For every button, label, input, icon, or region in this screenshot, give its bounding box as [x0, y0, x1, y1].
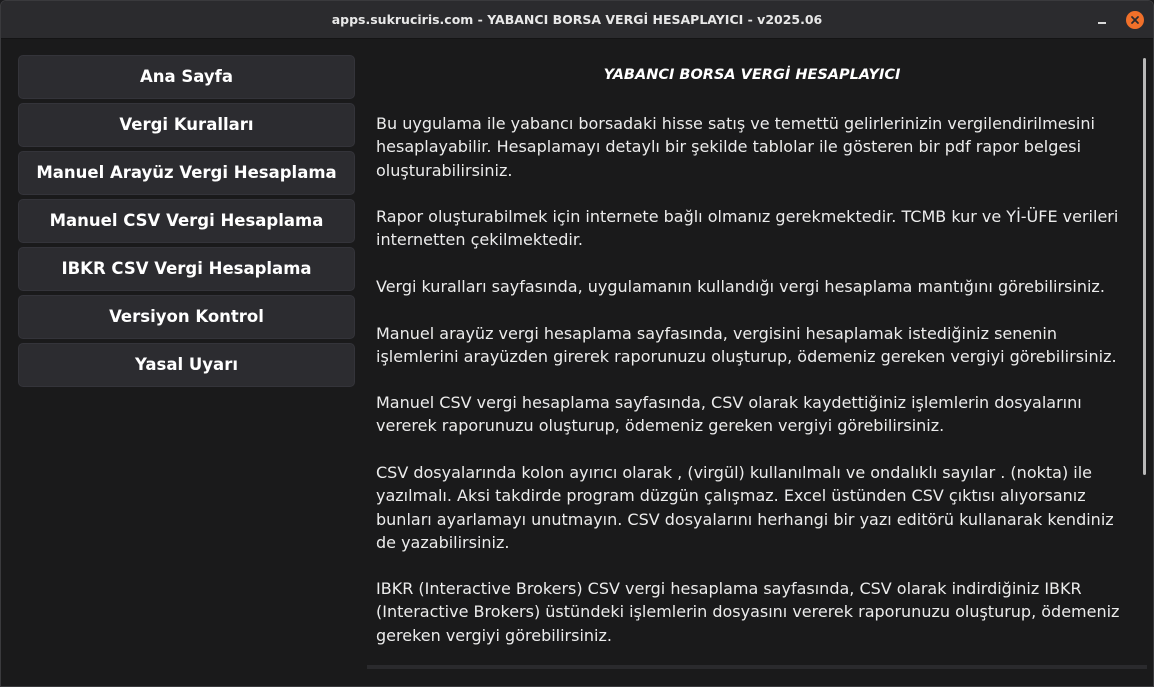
- scrollbar-thumb[interactable]: [1143, 58, 1146, 475]
- minimize-icon: [1098, 22, 1106, 24]
- app-window: apps.sukruciris.com - YABANCI BORSA VERG…: [0, 0, 1154, 687]
- sidebar-nav: Ana Sayfa Vergi Kuralları Manuel Arayüz …: [18, 55, 356, 391]
- nav-button-ibkr-csv[interactable]: IBKR CSV Vergi Hesaplama: [18, 247, 355, 291]
- nav-button-vergi-kurallari[interactable]: Vergi Kuralları: [18, 103, 355, 147]
- nav-button-ana-sayfa[interactable]: Ana Sayfa: [18, 55, 355, 99]
- nav-button-yasal-uyari[interactable]: Yasal Uyarı: [18, 343, 355, 387]
- nav-button-manuel-arayuz[interactable]: Manuel Arayüz Vergi Hesaplama: [18, 151, 355, 195]
- nav-button-versiyon-kontrol[interactable]: Versiyon Kontrol: [18, 295, 355, 339]
- page-title: YABANCI BORSA VERGİ HESAPLAYICI: [603, 67, 901, 83]
- paragraph-internet: Rapor oluşturabilmek için internete bağl…: [376, 207, 1119, 250]
- paragraph-intro: Bu uygulama ile yabancı borsadaki hisse …: [376, 114, 1095, 180]
- content-scrollbar[interactable]: [1140, 55, 1148, 667]
- minimize-button[interactable]: [1093, 11, 1111, 29]
- title-bar[interactable]: apps.sukruciris.com - YABANCI BORSA VERG…: [1, 1, 1153, 39]
- close-icon: [1131, 16, 1139, 24]
- window-title: apps.sukruciris.com - YABANCI BORSA VERG…: [331, 12, 823, 27]
- close-button[interactable]: [1126, 11, 1144, 29]
- paragraph-manuel-arayuz: Manuel arayüz vergi hesaplama sayfasında…: [376, 324, 1117, 367]
- content-panel: YABANCI BORSA VERGİ HESAPLAYICI Bu uygul…: [367, 55, 1137, 667]
- paragraph-manuel-csv: Manuel CSV vergi hesaplama sayfasında, C…: [376, 393, 1082, 436]
- paragraph-vergi-kurallari: Vergi kuralları sayfasında, uygulamanın …: [376, 277, 1105, 296]
- paragraph-csv-format: CSV dosyalarında kolon ayırıcı olarak , …: [376, 463, 1114, 552]
- paragraph-ibkr: IBKR (Interactive Brokers) CSV vergi hes…: [376, 579, 1120, 645]
- nav-button-manuel-csv[interactable]: Manuel CSV Vergi Hesaplama: [18, 199, 355, 243]
- content-bottom-edge: [367, 665, 1147, 669]
